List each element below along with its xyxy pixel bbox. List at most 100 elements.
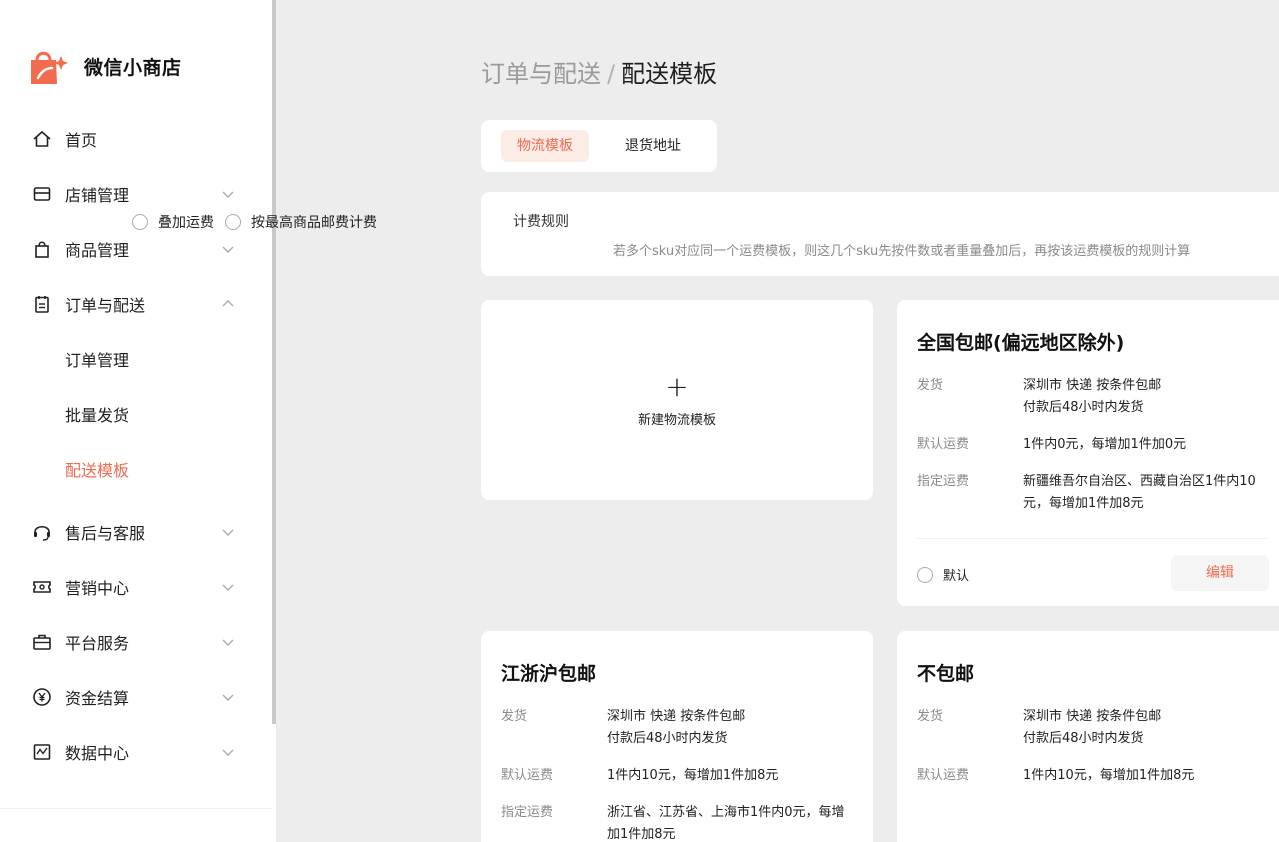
sidebar-item-orders[interactable]: 订单与配送 — [0, 284, 272, 324]
sidebar-item-home[interactable]: 首页 — [0, 119, 272, 159]
breadcrumb-separator: / — [607, 60, 616, 88]
sidebar: 微信小商店 首页 店铺管理 商品管理 订单与配送 订单管理 批量发货 配送模板 — [0, 0, 272, 842]
chevron-down-icon — [222, 529, 234, 536]
clipboard-icon — [32, 294, 52, 314]
briefcase-icon — [32, 632, 52, 652]
ship-origin: 深圳市 快递 按条件包邮 — [1023, 709, 1162, 724]
sidebar-bottom-strip — [272, 724, 276, 842]
sidebar-item-label: 订单与配送 — [65, 296, 146, 315]
template-row-value: 1件内0元，每增加1件加0元 — [1023, 437, 1187, 452]
template-card: 不包邮 发货 深圳市 快递 按条件包邮 付款后48小时内发货 默认运费 1件内10… — [897, 631, 1279, 842]
chart-icon — [32, 742, 52, 762]
sidebar-divider — [0, 808, 272, 809]
yen-icon — [32, 687, 52, 707]
billing-rule-label: 计费规则 — [513, 214, 569, 230]
template-row-key: 指定运费 — [917, 474, 970, 489]
shopping-bag-icon — [32, 239, 52, 259]
ship-time: 付款后48小时内发货 — [607, 731, 728, 746]
ship-origin: 深圳市 快递 按条件包邮 — [1023, 378, 1162, 393]
ticket-icon — [32, 577, 52, 597]
sidebar-item-label: 数据中心 — [65, 744, 130, 763]
new-template-label: 新建物流模板 — [637, 412, 716, 428]
new-template-card[interactable]: + 新建物流模板 — [481, 300, 873, 500]
billing-rule-hint: 若多个sku对应同一个运费模板，则这几个sku先按件数或者重量叠加后，再按该运费… — [613, 244, 1191, 259]
tab-return-address[interactable]: 退货地址 — [609, 130, 697, 162]
sidebar-subitem-delivery-template[interactable]: 配送模板 — [0, 449, 272, 489]
plus-icon: + — [665, 369, 689, 403]
tab-logistics-template[interactable]: 物流模板 — [501, 130, 589, 162]
chevron-down-icon — [222, 191, 234, 198]
template-card: 全国包邮(偏远地区除外) 发货 深圳市 快递 按条件包邮 付款后48小时内发货 默… — [897, 300, 1279, 606]
template-row-value: 深圳市 快递 按条件包邮 付款后48小时内发货 — [607, 706, 857, 750]
sidebar-item-label: 平台服务 — [65, 634, 130, 653]
headset-icon — [32, 522, 52, 542]
radio-label: 按最高商品邮费计费 — [251, 215, 377, 231]
chevron-down-icon — [222, 584, 234, 591]
sidebar-item-label: 商品管理 — [65, 241, 130, 260]
ship-origin: 深圳市 快递 按条件包邮 — [607, 709, 746, 724]
radio-circle[interactable] — [225, 214, 241, 230]
sidebar-item-store[interactable]: 店铺管理 — [0, 174, 272, 214]
chevron-up-icon — [222, 300, 234, 307]
template-title: 全国包邮(偏远地区除外) — [917, 332, 1125, 354]
brand[interactable]: 微信小商店 — [28, 46, 182, 86]
template-card: 江浙沪包邮 发货 深圳市 快递 按条件包邮 付款后48小时内发货 默认运费 1件内… — [481, 631, 873, 842]
store-icon — [32, 184, 52, 204]
breadcrumb: 订单与配送 / 配送模板 — [481, 54, 717, 89]
ship-time: 付款后48小时内发货 — [1023, 400, 1144, 415]
chevron-down-icon — [222, 246, 234, 253]
sidebar-item-label: 订单管理 — [65, 351, 130, 370]
edit-button[interactable]: 编辑 — [1171, 555, 1269, 591]
template-row-value: 浙江省、江苏省、上海市1件内0元，每增加1件加8元 — [607, 805, 845, 842]
sidebar-item-label: 店铺管理 — [65, 186, 130, 205]
chevron-down-icon — [222, 749, 234, 756]
sidebar-item-label: 配送模板 — [65, 461, 130, 480]
chevron-down-icon — [222, 639, 234, 646]
ship-time: 付款后48小时内发货 — [1023, 731, 1144, 746]
template-tabs: 物流模板 退货地址 — [481, 120, 717, 172]
template-row-value: 1件内10元，每增加1件加8元 — [1023, 768, 1195, 783]
template-row-value: 1件内10元，每增加1件加8元 — [607, 768, 779, 783]
sidebar-subitem-bulk-shipping[interactable]: 批量发货 — [0, 394, 272, 434]
radio-circle[interactable] — [917, 566, 933, 583]
radio-circle[interactable] — [132, 214, 148, 230]
template-title: 江浙沪包邮 — [501, 663, 597, 685]
radio-label: 默认 — [943, 569, 970, 584]
default-template-radio[interactable]: 默认 — [917, 565, 969, 584]
sidebar-item-products[interactable]: 商品管理 — [0, 229, 272, 269]
sidebar-item-label: 首页 — [65, 131, 98, 150]
sidebar-item-label: 营销中心 — [65, 579, 130, 598]
breadcrumb-parent[interactable]: 订单与配送 — [481, 60, 601, 88]
sidebar-item-settlement[interactable]: 资金结算 — [0, 677, 272, 717]
template-row-key: 默认运费 — [917, 437, 970, 452]
template-title: 不包邮 — [917, 663, 975, 685]
shop-bag-logo-icon — [28, 46, 68, 86]
chevron-down-icon — [222, 694, 234, 701]
divider — [917, 538, 1267, 539]
radio-label: 叠加运费 — [158, 215, 214, 231]
sidebar-scrollbar[interactable] — [272, 0, 276, 724]
template-row-key: 指定运费 — [501, 805, 554, 820]
template-ship-row: 发货 深圳市 快递 按条件包邮 付款后48小时内发货 — [501, 706, 873, 750]
billing-rule-panel: 计费规则 若多个sku对应同一个运费模板，则这几个sku先按件数或者重量叠加后，… — [481, 192, 1279, 276]
template-row-key: 发货 — [917, 378, 944, 393]
sidebar-item-label: 批量发货 — [65, 406, 130, 425]
template-row-value: 深圳市 快递 按条件包邮 付款后48小时内发货 — [1023, 375, 1273, 419]
sidebar-item-after-sales[interactable]: 售后与客服 — [0, 512, 272, 552]
sidebar-item-platform-services[interactable]: 平台服务 — [0, 622, 272, 662]
sidebar-item-marketing[interactable]: 营销中心 — [0, 567, 272, 607]
template-row-value: 新疆维吾尔自治区、西藏自治区1件内10元，每增加1件加8元 — [1023, 474, 1256, 511]
template-row-value: 深圳市 快递 按条件包邮 付款后48小时内发货 — [1023, 706, 1273, 750]
template-ship-row: 发货 深圳市 快递 按条件包邮 付款后48小时内发货 — [917, 706, 1279, 750]
sidebar-item-label: 资金结算 — [65, 689, 130, 708]
sidebar-item-data-center[interactable]: 数据中心 — [0, 732, 272, 772]
template-row-key: 发货 — [501, 709, 528, 724]
radio-additive-fee[interactable]: 叠加运费 — [132, 212, 214, 232]
home-icon — [32, 129, 52, 149]
template-row-key: 默认运费 — [917, 768, 970, 783]
sidebar-subitem-order-management[interactable]: 订单管理 — [0, 339, 272, 379]
template-row-key: 发货 — [917, 709, 944, 724]
template-ship-row: 发货 深圳市 快递 按条件包邮 付款后48小时内发货 — [917, 375, 1279, 419]
radio-max-item-fee[interactable]: 按最高商品邮费计费 — [225, 212, 377, 232]
sidebar-item-label: 售后与客服 — [65, 524, 146, 543]
